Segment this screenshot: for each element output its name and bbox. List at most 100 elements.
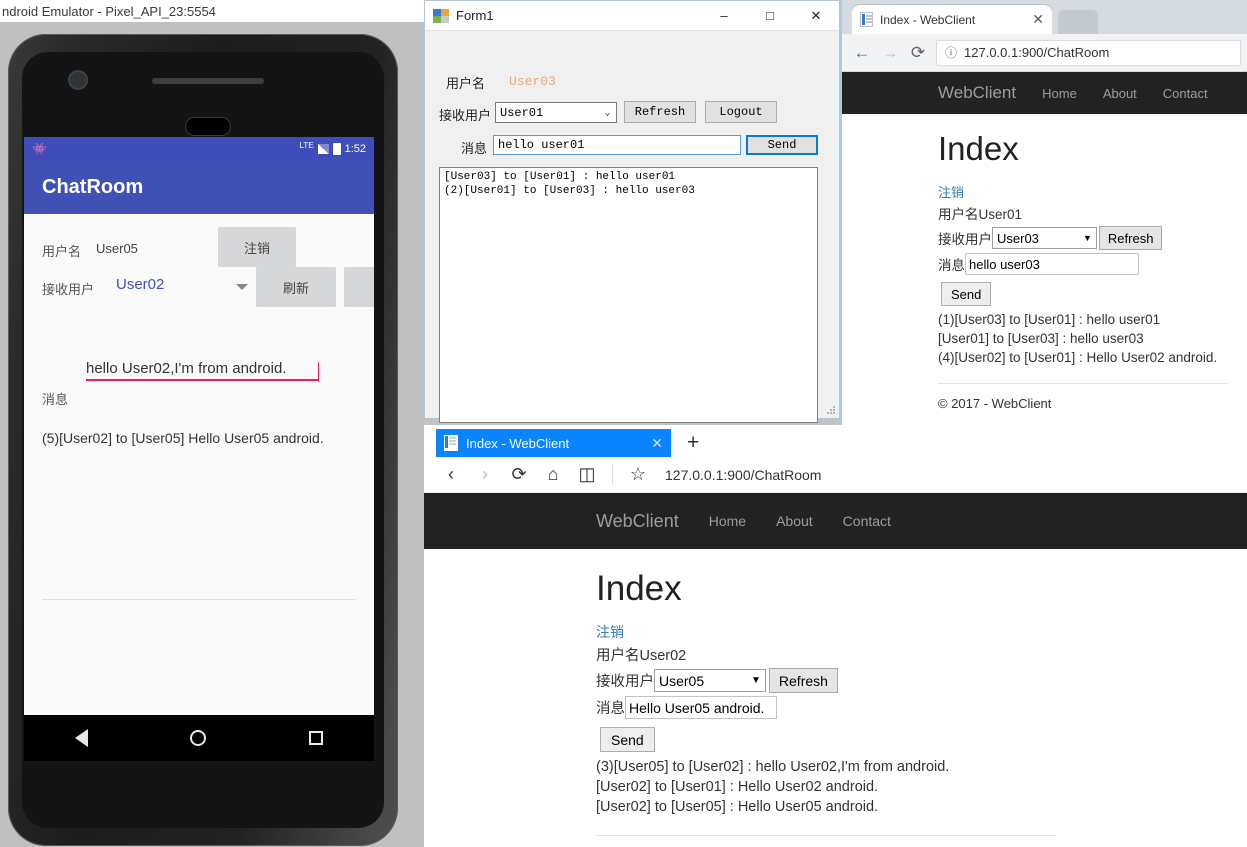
nav-link-home[interactable]: Home <box>709 513 746 529</box>
page-footer: © 2017 - WebClient <box>938 396 1052 411</box>
back-icon[interactable]: ← <box>848 39 876 67</box>
send-button[interactable]: Send <box>600 727 655 752</box>
receiver-row: 接收用户 User03 ▼ Refresh <box>938 226 1247 250</box>
nav-link-contact[interactable]: Contact <box>1163 86 1208 101</box>
receiver-select-value: User03 <box>997 230 1039 246</box>
receiver-select-value: User05 <box>659 672 705 689</box>
reload-icon[interactable]: ⟳ <box>904 39 932 67</box>
android-message-input[interactable]: hello User02,I'm from android. <box>86 360 318 381</box>
divider <box>42 599 356 600</box>
send-button[interactable]: Send <box>941 282 992 306</box>
close-icon[interactable]: ✕ <box>1032 11 1044 28</box>
list-item: (5)[User02] to [User05] Hello User05 and… <box>42 430 324 446</box>
android-refresh-label: 刷新 <box>282 280 309 296</box>
android-username-label: 用户名 <box>42 244 82 259</box>
edge-tab[interactable]: Index - WebClient ✕ <box>436 429 671 457</box>
refresh-label: Refresh <box>778 672 828 689</box>
close-icon[interactable]: ✕ <box>793 1 839 31</box>
address-bar-url[interactable]: 127.0.0.1:900/ChatRoom <box>665 467 821 483</box>
android-navigation-bar[interactable] <box>24 715 374 761</box>
refresh-label: Refresh <box>1107 230 1154 246</box>
recents-square-icon[interactable] <box>308 731 323 745</box>
refresh-button[interactable]: Refresh <box>1098 226 1163 250</box>
page-favicon-icon <box>860 12 873 27</box>
receiver-label: 接收用户 <box>938 232 992 247</box>
address-bar[interactable]: ⓘ 127.0.0.1:900/ChatRoom <box>936 39 1241 66</box>
nav-link-contact[interactable]: Contact <box>843 513 891 529</box>
chrome-page-content: Index 注销 用户名User01 接收用户 User03 ▼ Refresh… <box>842 114 1247 427</box>
signal-bars-icon <box>317 143 329 154</box>
nav-link-about[interactable]: About <box>776 513 813 529</box>
earpiece-speaker <box>152 78 264 84</box>
chevron-down-icon[interactable]: ⌄ <box>599 107 616 119</box>
chevron-down-icon[interactable] <box>236 284 248 290</box>
chevron-down-icon[interactable]: ▼ <box>751 675 761 686</box>
minimize-icon[interactable]: – <box>701 1 747 31</box>
send-label: Send <box>951 286 982 302</box>
form1-message-input[interactable]: hello user01 <box>493 135 741 155</box>
site-navbar: WebClient Home About Contact <box>424 493 1247 549</box>
site-brand[interactable]: WebClient <box>596 511 679 532</box>
form1-logout-button[interactable]: Logout <box>705 101 777 123</box>
back-icon[interactable]: ‹ <box>434 460 468 490</box>
chrome-tab[interactable]: Index - WebClient ✕ <box>852 5 1052 34</box>
text-cursor <box>318 362 319 382</box>
message-input[interactable]: hello user03 <box>965 253 1139 275</box>
message-item: (4)[User02] to [User01] : Hello User02 a… <box>938 350 1218 365</box>
forward-icon[interactable]: → <box>876 39 904 67</box>
home-icon[interactable]: ⌂ <box>536 460 570 490</box>
android-receiver-spinner[interactable]: User02 <box>116 276 164 293</box>
form1-client-area: 用户名 User03 接收用户 User01 ⌄ Refresh Logout … <box>425 31 839 423</box>
nav-link-home[interactable]: Home <box>1042 86 1077 101</box>
new-tab-button[interactable]: + <box>687 432 699 457</box>
favorite-star-icon[interactable]: ☆ <box>621 460 655 490</box>
reading-view-icon[interactable]: ◫ <box>570 460 604 490</box>
forward-icon[interactable]: › <box>468 460 502 490</box>
message-item: [User02] to [User01] : Hello User02 andr… <box>596 779 879 795</box>
android-refresh-button[interactable]: 刷新 <box>256 267 336 307</box>
android-emulator-window[interactable]: ndroid Emulator - Pixel_API_23:5554 👾 LT… <box>0 0 424 847</box>
message-label: 消息 <box>596 701 625 717</box>
form1-window-buttons: – □ ✕ <box>701 1 839 31</box>
maximize-icon[interactable]: □ <box>747 1 793 31</box>
home-circle-icon[interactable] <box>190 730 207 746</box>
android-screen[interactable]: 👾 LTE 1:52 ChatRoom 用户名 User05 注销 接收用户 U <box>24 137 374 715</box>
logout-link[interactable]: 注销 <box>596 622 1247 642</box>
back-triangle-icon[interactable] <box>75 729 89 747</box>
form1-refresh-label: Refresh <box>634 105 686 119</box>
form1-refresh-button[interactable]: Refresh <box>624 101 696 123</box>
log-line: [User03] to [User01] : hello user01 <box>444 171 676 183</box>
receiver-select[interactable]: User05 ▼ <box>654 669 766 692</box>
receiver-select[interactable]: User03 ▼ <box>992 227 1097 249</box>
nav-link-about[interactable]: About <box>1103 86 1137 101</box>
site-brand[interactable]: WebClient <box>938 83 1016 103</box>
resize-grip[interactable] <box>826 405 836 415</box>
edge-browser-window[interactable]: Index - WebClient ✕ + ‹ › ⟳ ⌂ ◫ ☆ 127.0.… <box>424 425 1247 847</box>
message-input[interactable]: Hello User05 android. <box>625 696 777 719</box>
receiver-label: 接收用户 <box>596 674 654 690</box>
form1-username-value: User03 <box>509 74 556 89</box>
close-icon[interactable]: ✕ <box>651 435 663 452</box>
form1-message-value: hello user01 <box>498 138 585 152</box>
edge-tab-title: Index - WebClient <box>466 435 570 451</box>
android-extra-button[interactable] <box>344 267 374 307</box>
form1-log-textarea[interactable]: [User03] to [User01] : hello user01 (2)[… <box>439 167 818 423</box>
form1-window[interactable]: Form1 – □ ✕ 用户名 User03 接收用户 User01 ⌄ Ref… <box>424 0 840 423</box>
form1-title-text: Form1 <box>456 8 494 23</box>
form1-send-button[interactable]: Send <box>746 135 818 155</box>
chevron-down-icon[interactable]: ▼ <box>1083 233 1092 243</box>
chrome-browser-window[interactable]: Index - WebClient ✕ ← → ⟳ ⓘ 127.0.0.1:90… <box>840 0 1247 427</box>
reload-icon[interactable]: ⟳ <box>502 460 536 490</box>
emulator-title-text: ndroid Emulator - Pixel_API_23:5554 <box>2 3 216 19</box>
android-logout-button[interactable]: 注销 <box>218 227 296 267</box>
info-icon[interactable]: ⓘ <box>945 44 957 61</box>
form1-title-bar[interactable]: Form1 – □ ✕ <box>425 1 839 31</box>
form1-send-label: Send <box>767 138 797 152</box>
refresh-button[interactable]: Refresh <box>768 668 838 693</box>
form1-receiver-combobox[interactable]: User01 ⌄ <box>495 102 617 123</box>
form1-receiver-label: 接收用户 <box>439 109 492 124</box>
android-content: 用户名 User05 注销 接收用户 User02 刷新 消息 hello Us… <box>24 214 374 715</box>
new-tab-button[interactable] <box>1058 10 1098 34</box>
signal-icon: LTE <box>299 141 314 150</box>
logout-link[interactable]: 注销 <box>938 182 1247 201</box>
